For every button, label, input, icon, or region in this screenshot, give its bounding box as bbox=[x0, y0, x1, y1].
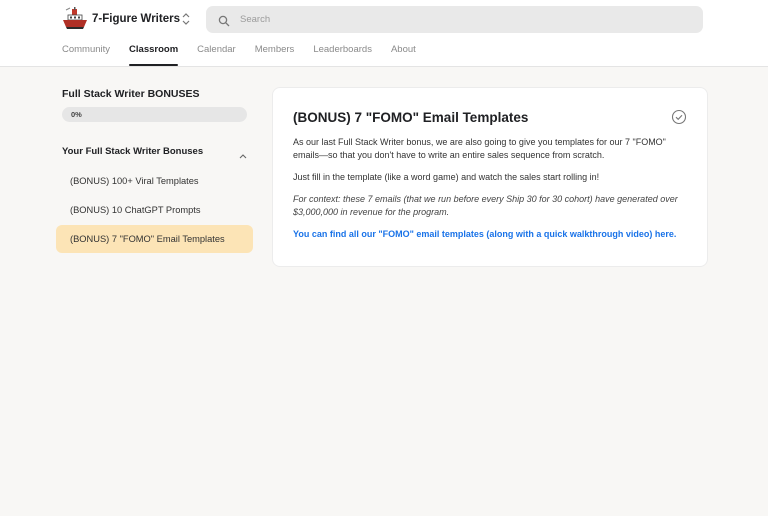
tab-leaderboards[interactable]: Leaderboards bbox=[313, 40, 372, 67]
lesson-title: (BONUS) 7 "FOMO" Email Templates bbox=[293, 109, 529, 125]
tab-classroom[interactable]: Classroom bbox=[129, 40, 179, 67]
section-header[interactable]: Your Full Stack Writer Bonuses bbox=[62, 144, 248, 159]
community-switcher[interactable]: 7-Figure Writers bbox=[62, 6, 180, 32]
tab-calendar[interactable]: Calendar bbox=[197, 40, 236, 67]
tab-community[interactable]: Community bbox=[62, 40, 110, 67]
course-sidebar: Full Stack Writer BONUSES 0% Your Full S… bbox=[56, 88, 254, 254]
lesson-item-viral-templates[interactable]: (BONUS) 100+ Viral Templates bbox=[56, 167, 253, 195]
tab-members[interactable]: Members bbox=[255, 40, 295, 67]
search-input[interactable] bbox=[240, 14, 680, 25]
lesson-item-fomo-email-templates[interactable]: (BONUS) 7 "FOMO" Email Templates bbox=[56, 225, 253, 253]
progress-label: 0% bbox=[71, 110, 82, 119]
brand-name: 7-Figure Writers bbox=[92, 13, 180, 25]
chevron-up-down-icon[interactable] bbox=[180, 12, 192, 26]
lesson-paragraph-context: For context: these 7 emails (that we run… bbox=[293, 194, 678, 217]
lesson-title-row: (BONUS) 7 "FOMO" Email Templates bbox=[293, 108, 687, 126]
lesson-content-card: (BONUS) 7 "FOMO" Email Templates As our … bbox=[272, 87, 708, 267]
top-header: 7-Figure Writers Community Classroom Cal… bbox=[0, 0, 768, 67]
search-bar[interactable] bbox=[206, 6, 703, 33]
check-circle-icon[interactable] bbox=[671, 109, 687, 125]
chevron-up-icon[interactable] bbox=[238, 147, 248, 159]
section-title: Your Full Stack Writer Bonuses bbox=[62, 145, 204, 157]
lesson-list: (BONUS) 100+ Viral Templates (BONUS) 10 … bbox=[56, 167, 254, 253]
fomo-templates-link[interactable]: You can find all our "FOMO" email templa… bbox=[293, 228, 687, 241]
lesson-item-chatgpt-prompts[interactable]: (BONUS) 10 ChatGPT Prompts bbox=[56, 196, 253, 224]
main-nav: Community Classroom Calendar Members Lea… bbox=[62, 40, 435, 67]
course-progress-bar: 0% bbox=[62, 107, 247, 122]
ship-logo-icon bbox=[62, 6, 88, 32]
course-title: Full Stack Writer BONUSES bbox=[62, 88, 200, 100]
search-icon bbox=[218, 14, 230, 26]
lesson-paragraph-intro: As our last Full Stack Writer bonus, we … bbox=[293, 137, 666, 160]
tab-about[interactable]: About bbox=[391, 40, 416, 67]
lesson-paragraph-instructions: Just fill in the template (like a word g… bbox=[293, 172, 600, 182]
